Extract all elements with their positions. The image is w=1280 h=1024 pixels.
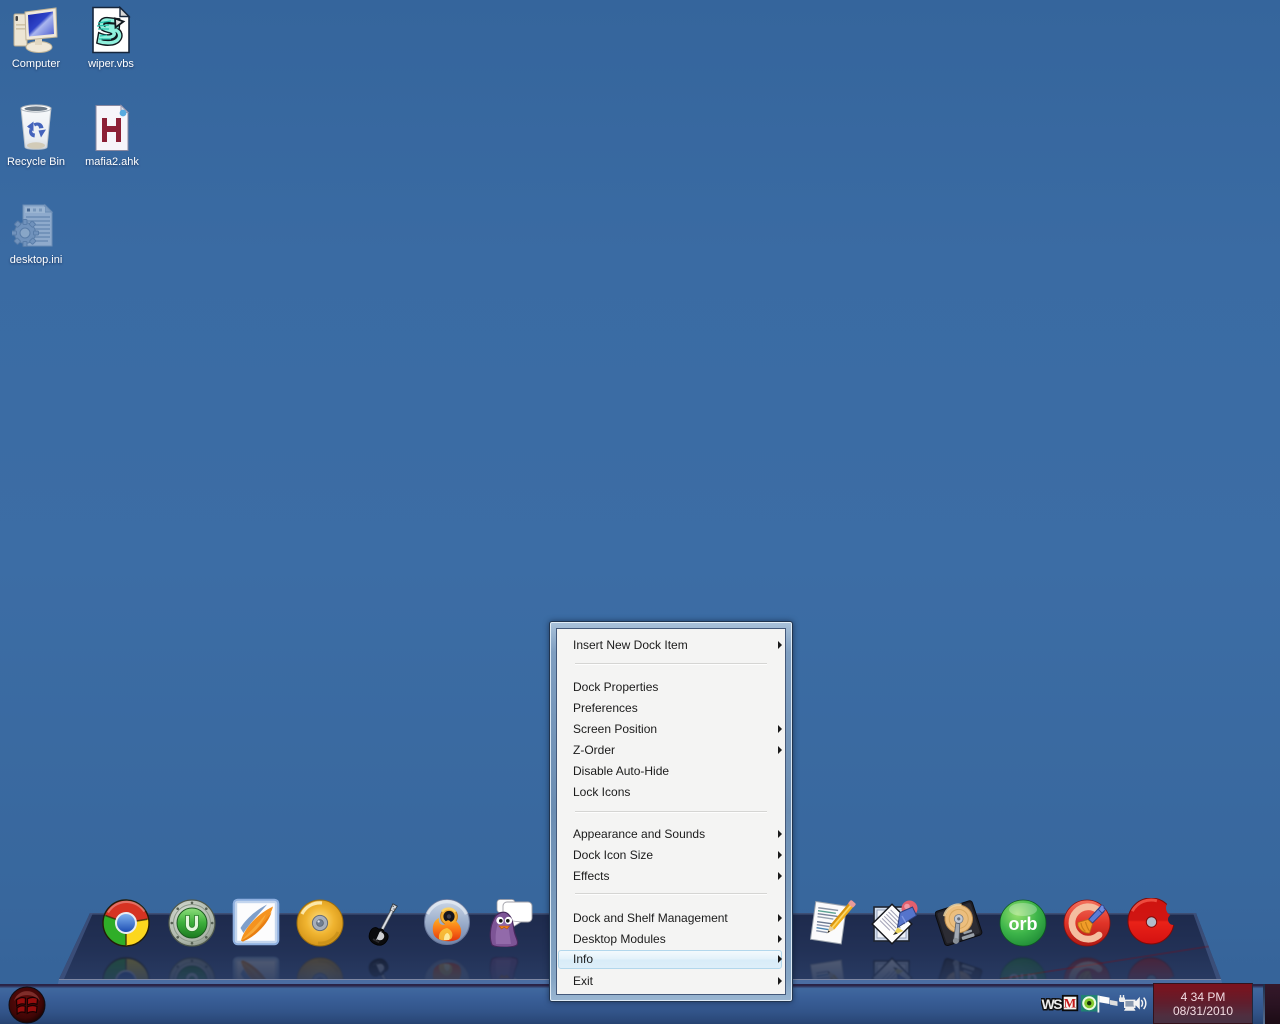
svg-text:WS: WS (1042, 996, 1063, 1012)
svg-text:M: M (1064, 996, 1076, 1011)
